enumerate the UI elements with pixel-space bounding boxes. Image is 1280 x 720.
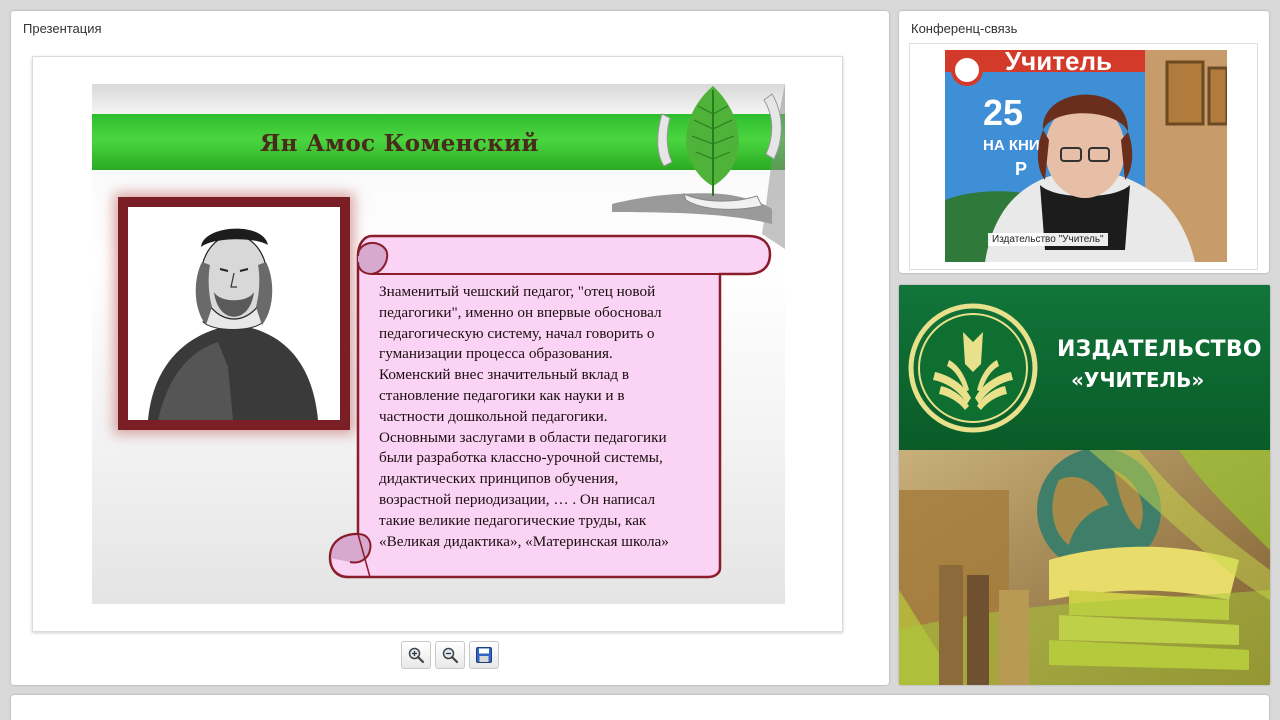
portrait-frame <box>118 197 350 430</box>
slide-title: Ян Амос Коменский <box>260 130 539 157</box>
slide-body-text: Знаменитый чешский педагог, "отец новой … <box>379 282 739 552</box>
slide-text-line: были разработка классно-урочной системы, <box>379 449 663 467</box>
presentation-toolbar <box>401 641 499 669</box>
webcam-video[interactable]: Учитель 25 НА КНИЖНОМ Р <box>945 50 1227 262</box>
publisher-name-line1: ИЗДАТЕЛЬСТВО <box>1057 337 1262 362</box>
slide-text-line: становление педагогики как науки и в <box>379 386 625 404</box>
zoom-out-icon <box>442 647 459 664</box>
floppy-disk-icon <box>476 647 492 663</box>
slide-text-line: Основными заслугами в области педагогики <box>379 428 667 446</box>
publisher-logo <box>908 303 1038 433</box>
leaf-hands-illustration <box>612 84 785 249</box>
bottom-panel <box>11 695 1269 720</box>
poster-number: 25 <box>983 92 1023 133</box>
slide-text-line: «Великая дидактика», «Материнская школа» <box>379 532 669 550</box>
slide-viewer[interactable]: Ян Амос Коменский Знаменитый чешский пед… <box>32 56 843 632</box>
books-globe-image <box>899 450 1270 685</box>
conference-panel: Конференц-связь Учитель 25 НА КНИЖНОМ Р <box>899 11 1269 273</box>
zoom-in-icon <box>408 647 425 664</box>
slide-text-line: возрастной периодизации, … . Он написал <box>379 490 656 508</box>
slide: Ян Амос Коменский Знаменитый чешский пед… <box>92 84 785 604</box>
slide-text-line: такие великие педагогические труды, как <box>379 511 647 529</box>
save-button[interactable] <box>469 641 499 669</box>
video-container: Учитель 25 НА КНИЖНОМ Р Издательство "Уч… <box>909 43 1258 270</box>
publisher-banner: ИЗДАТЕЛЬСТВО «УЧИТЕЛЬ» <box>899 285 1270 685</box>
portrait-komensky-image <box>128 207 340 420</box>
banner-header: ИЗДАТЕЛЬСТВО «УЧИТЕЛЬ» <box>899 285 1270 450</box>
slide-text-line: Коменский внес значительный вклад в <box>379 366 630 384</box>
poster-word: Учитель <box>1005 50 1112 76</box>
video-caption: Издательство "Учитель" <box>988 233 1108 246</box>
publisher-name-line2: «УЧИТЕЛЬ» <box>1071 368 1205 392</box>
slide-text-line: педагогики", именно он впервые обосновал <box>379 303 662 321</box>
conference-panel-title: Конференц-связь <box>911 21 1018 36</box>
slide-text-line: гуманизации процесса образования. <box>379 345 613 363</box>
presentation-panel-title: Презентация <box>23 21 102 36</box>
slide-text-line: частности дошкольной педагогики. <box>379 407 608 425</box>
zoom-out-button[interactable] <box>435 641 465 669</box>
zoom-in-button[interactable] <box>401 641 431 669</box>
slide-text-line: дидактических принципов обучения, <box>379 470 619 488</box>
presentation-panel: Презентация Ян Амос Коменский Знаменитый… <box>11 11 889 685</box>
slide-text-line: Знаменитый чешский педагог, "отец новой <box>379 283 656 300</box>
slide-text-line: педагогическую систему, начал говорить о <box>379 324 655 342</box>
poster-letter: Р <box>1015 159 1027 179</box>
